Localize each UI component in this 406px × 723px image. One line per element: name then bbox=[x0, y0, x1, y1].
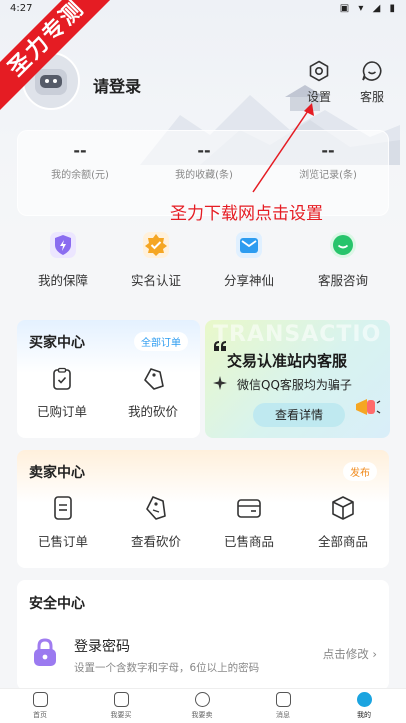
quick-link-verification[interactable]: 实名认证 bbox=[111, 232, 201, 289]
quick-link-share-label: 分享神仙 bbox=[223, 273, 274, 288]
profile-icon bbox=[356, 692, 372, 707]
customer-service-label: 客服 bbox=[359, 90, 384, 104]
box-icon bbox=[332, 496, 354, 520]
seller-sold-orders[interactable]: 已售订单 bbox=[20, 495, 106, 550]
clipboard-list-icon bbox=[54, 496, 72, 520]
home-icon bbox=[32, 692, 48, 707]
lock-icon bbox=[34, 638, 56, 666]
tab-profile-label: 我的 bbox=[357, 711, 371, 719]
login-password-title: 登录密码 bbox=[74, 639, 130, 655]
seller-center-title: 卖家中心 bbox=[29, 465, 85, 481]
status-time: 4:27 bbox=[10, 3, 33, 14]
plus-circle-icon bbox=[194, 692, 210, 707]
buyer-purchased-orders[interactable]: 已购订单 bbox=[19, 367, 105, 420]
publish-button[interactable]: 发布 bbox=[343, 462, 377, 481]
tab-home-label: 首页 bbox=[33, 711, 47, 719]
tab-sell-label: 我要卖 bbox=[191, 711, 213, 719]
chat-smile-icon bbox=[362, 61, 382, 81]
bottom-tab-bar: 首页 我要买 我要卖 消息 我的 bbox=[0, 688, 406, 723]
seller-sold-products[interactable]: 已售商品 bbox=[206, 495, 292, 550]
stat-balance-value: -- bbox=[73, 141, 87, 160]
customer-service-button[interactable]: 客服 bbox=[352, 60, 392, 105]
tab-buy[interactable]: 我要买 bbox=[91, 692, 151, 720]
message-icon bbox=[275, 692, 291, 707]
promo-title: 交易认准站内客服 bbox=[227, 352, 348, 370]
annotation-text: 圣力下载网点击设置 bbox=[170, 204, 323, 224]
all-orders-link[interactable]: 全部订单 bbox=[134, 332, 188, 351]
shield-lightning-icon bbox=[50, 232, 76, 258]
settings-button[interactable]: 设置 bbox=[299, 60, 339, 105]
cart-icon bbox=[113, 692, 129, 707]
security-center-card: 安全中心 登录密码 设置一个含数字和字母，6位以上的密码 点击修改 › bbox=[17, 580, 389, 690]
tab-home[interactable]: 首页 bbox=[10, 692, 70, 720]
stat-balance[interactable]: -- 我的余额(元) bbox=[18, 141, 142, 181]
buyer-my-bargains-label: 我的砍价 bbox=[127, 404, 178, 419]
promo-details-button[interactable]: 查看详情 bbox=[253, 403, 345, 427]
stat-balance-label: 我的余额(元) bbox=[51, 170, 109, 181]
promo-subtitle: 微信QQ客服均为骗子 bbox=[237, 378, 352, 392]
quick-link-share[interactable]: 分享神仙 bbox=[204, 232, 294, 289]
annotation-arrow bbox=[252, 103, 314, 193]
login-password-hint: 设置一个含数字和字母，6位以上的密码 bbox=[74, 662, 260, 674]
change-password-link[interactable]: 点击修改 › bbox=[323, 646, 377, 662]
service-chat-icon bbox=[330, 232, 356, 258]
buyer-my-bargains[interactable]: 我的砍价 bbox=[110, 367, 196, 420]
quick-link-service-label: 客服咨询 bbox=[317, 273, 368, 288]
price-tag-icon bbox=[146, 496, 166, 520]
seller-center-card: 卖家中心 发布 已售订单 查看砍价 已售商品 全部商品 bbox=[17, 450, 389, 568]
security-center-title: 安全中心 bbox=[29, 596, 85, 612]
login-link[interactable]: 请登录 bbox=[93, 73, 141, 97]
promo-watermark: TRANSACTIO bbox=[213, 322, 382, 347]
robot-avatar-icon bbox=[35, 69, 67, 95]
wallet-icon bbox=[237, 499, 261, 518]
seller-sold-products-label: 已售商品 bbox=[223, 534, 274, 549]
quick-link-service[interactable]: 客服咨询 bbox=[298, 232, 388, 289]
sparkle-icon bbox=[213, 376, 227, 390]
clipboard-check-icon bbox=[53, 367, 71, 390]
change-password-label: 点击修改 bbox=[322, 647, 369, 661]
tab-profile[interactable]: 我的 bbox=[334, 692, 394, 720]
quick-link-protection[interactable]: 我的保障 bbox=[18, 232, 108, 289]
status-icons: ▣ ▾ ◢ ▮ bbox=[339, 3, 398, 14]
tab-sell[interactable]: 我要卖 bbox=[172, 692, 232, 720]
seller-all-products-label: 全部商品 bbox=[317, 534, 368, 549]
buyer-purchased-orders-label: 已购订单 bbox=[36, 404, 87, 419]
tab-messages[interactable]: 消息 bbox=[253, 692, 313, 720]
quick-link-protection-label: 我的保障 bbox=[37, 273, 88, 288]
quick-links: 我的保障 实名认证 分享神仙 客服咨询 bbox=[0, 232, 406, 302]
chevron-right-icon: › bbox=[372, 647, 377, 661]
tab-messages-label: 消息 bbox=[276, 711, 290, 719]
megaphone-icon bbox=[356, 399, 381, 415]
share-envelope-icon bbox=[236, 232, 262, 258]
stat-favorites-label: 我的收藏(条) bbox=[175, 170, 233, 181]
stat-favorites-value: -- bbox=[197, 141, 211, 160]
promo-banner[interactable]: TRANSACTIO 交易认准站内客服 微信QQ客服均为骗子 查看详情 bbox=[205, 320, 390, 438]
quick-link-verification-label: 实名认证 bbox=[130, 273, 181, 288]
buyer-center-card: 买家中心 全部订单 已购订单 我的砍价 bbox=[17, 320, 200, 438]
price-tag-icon bbox=[144, 368, 164, 390]
stat-favorites[interactable]: -- 我的收藏(条) bbox=[142, 141, 266, 181]
seller-view-bargains-label: 查看砍价 bbox=[130, 534, 181, 549]
buyer-center-title: 买家中心 bbox=[29, 335, 85, 351]
seller-sold-orders-label: 已售订单 bbox=[37, 534, 88, 549]
seller-all-products[interactable]: 全部商品 bbox=[300, 495, 386, 550]
tab-buy-label: 我要买 bbox=[110, 711, 132, 719]
seller-view-bargains[interactable]: 查看砍价 bbox=[113, 495, 199, 550]
quote-icon bbox=[214, 341, 226, 351]
gear-icon bbox=[309, 60, 329, 82]
verified-badge-icon bbox=[143, 232, 169, 258]
